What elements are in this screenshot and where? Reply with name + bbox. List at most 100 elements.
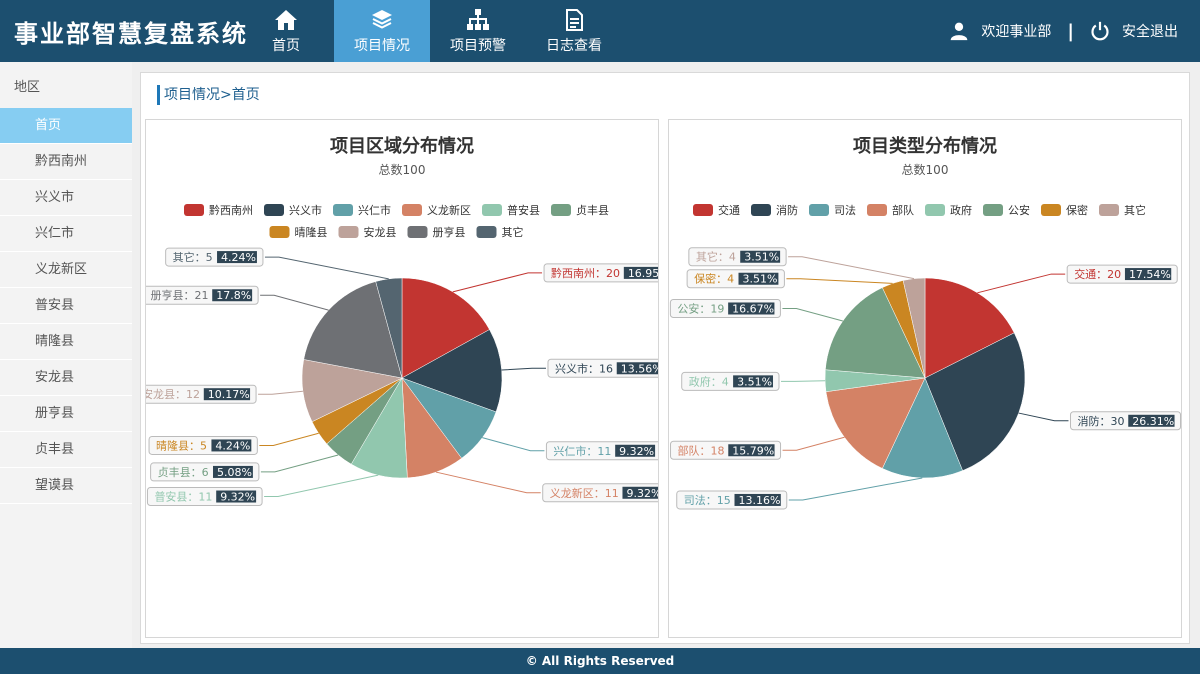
sidebar: 地区 首页 黔西南州 兴义市 兴仁市 义龙新区 普安县 晴隆县 安龙县 册亨县 贞丰县 望谟县 [0,62,132,648]
label-percent: 15.79% [732,444,774,457]
type-chart-panel: 项目类型分布情况 总数100 交通 消防 司法 部队 政府 公安 保密 其它 交通：20 17.54%… [668,119,1182,638]
document-icon [566,8,583,31]
label-percent: 13.16% [738,494,780,507]
label-leader-line [781,380,826,382]
nav-project-status[interactable]: 项目情况 [334,0,430,62]
legend-label: 司法 [834,203,856,217]
legend-item[interactable]: 贞丰县 [551,203,609,217]
chart-title: 项目类型分布情况 [853,135,997,157]
sidebar-item[interactable]: 义龙新区 [0,252,132,288]
slice-label: 义龙新区：11 9.32% [542,483,669,503]
legend-item[interactable]: 保密 [1041,203,1088,217]
welcome-text: 欢迎事业部 [981,24,1052,40]
sidebar-item[interactable]: 首页 [0,108,132,144]
sidebar-item[interactable]: 安龙县 [0,360,132,396]
sidebar-item[interactable]: 兴仁市 [0,216,132,252]
legend-item[interactable]: 交通 [693,203,740,217]
label-leader-line [501,367,546,371]
layers-icon [372,9,392,29]
power-icon[interactable] [1090,21,1110,41]
legend-label: 普安县 [507,203,540,217]
legend-item[interactable]: 部队 [867,203,914,217]
legend-label: 册亨县 [433,225,466,239]
nav-log-view[interactable]: 日志查看 [526,0,622,62]
app-brand: 事业部智慧复盘系统 [14,19,248,48]
label-leader-line [264,474,379,498]
nav-label: 项目情况 [354,37,410,54]
legend-label: 交通 [718,203,740,217]
legend-item[interactable]: 黔西南州 [184,203,253,217]
label-percent: 3.51% [737,375,772,388]
legend-swatch [338,226,359,238]
legend-swatch [402,204,422,216]
sidebar-item[interactable]: 晴隆县 [0,324,132,360]
label-percent: 16.67% [732,302,774,315]
legend-item[interactable]: 安龙县 [338,225,397,239]
sidebar-item[interactable]: 黔西南州 [0,144,132,180]
sidebar-item[interactable]: 兴义市 [0,180,132,216]
nav-home[interactable]: 首页 [238,0,334,62]
label-name-value: 普安县：11 [154,490,212,504]
legend-item[interactable]: 义龙新区 [402,203,471,217]
label-name-value: 司法：15 [684,493,731,507]
legend-label: 其它 [1124,203,1146,217]
label-percent: 9.32% [626,487,658,500]
legend-item[interactable]: 公安 [983,203,1030,217]
legend-label: 兴义市 [289,203,322,217]
main-area: 项目情况>首页 项目区域分布情况 总数100 黔西南州 兴义市 兴仁市 义龙新区 普安县 贞丰… [132,62,1200,648]
legend-swatch [1099,204,1119,216]
slice-label: 司法：15 13.16% [676,490,788,510]
legend-label: 消防 [776,203,798,217]
sidebar-list: 首页 黔西南州 兴义市 兴仁市 义龙新区 普安县 晴隆县 安龙县 册亨县 贞丰县 望谟县 [0,108,132,504]
sidebar-item[interactable]: 册亨县 [0,396,132,432]
label-percent: 4.24% [221,251,256,264]
user-icon [951,22,968,41]
nav-project-warning[interactable]: 项目预警 [430,0,526,62]
legend-swatch [269,226,290,238]
top-navbar: 事业部智慧复盘系统 首页 项目情况 项目预警 日志查看 欢迎事业部 | 安全退出 [0,0,1200,62]
label-name-value: 部队：18 [678,443,725,457]
slice-label: 消防：30 26.31% [1069,411,1182,431]
slice-label: 安龙县：12 10.17% [134,384,257,404]
legend-item[interactable]: 兴仁市 [333,203,391,217]
main-nav: 首页 项目情况 项目预警 日志查看 [238,0,622,62]
legend-label: 政府 [950,203,972,217]
label-leader-line [258,390,303,395]
legend-item[interactable]: 其它 [1099,203,1146,217]
legend-swatch [809,204,829,216]
label-percent: 26.31% [1132,415,1174,428]
legend-item[interactable]: 册亨县 [407,225,466,239]
label-leader-line [786,278,893,284]
slice-label: 兴义市：16 13.56% [547,358,670,378]
slice-label: 贞丰县：6 5.08% [150,462,260,482]
slice-label: 其它：4 3.51% [688,247,787,267]
legend-label: 公安 [1008,203,1030,217]
label-name-value: 晴隆县：5 [156,438,207,452]
label-name-value: 交通：20 [1074,267,1121,281]
legend-item[interactable]: 消防 [751,203,798,217]
legend-swatch [983,204,1003,216]
label-percent: 9.32% [220,491,255,504]
sidebar-item[interactable]: 贞丰县 [0,432,132,468]
nav-label: 日志查看 [546,37,602,54]
legend-item[interactable]: 其它 [476,225,524,239]
label-name-value: 兴仁市：11 [553,444,611,458]
legend-swatch [751,204,771,216]
legend-label: 其它 [502,225,524,239]
legend-item[interactable]: 司法 [809,203,856,217]
legend-item[interactable]: 晴隆县 [269,225,328,239]
legend-label: 保密 [1066,203,1088,217]
type-pie-chart: 项目类型分布情况总数100 交通 消防 司法 部队 政府 公安 保密 其它交通：20 17.54%… [669,135,1182,510]
label-leader-line [259,432,319,446]
logout-link[interactable]: 安全退出 [1122,21,1178,41]
legend-item[interactable]: 政府 [925,203,972,217]
legend-item[interactable]: 普安县 [482,203,540,217]
slice-label: 交通：20 17.54% [1066,264,1178,284]
legend-item[interactable]: 兴义市 [264,203,322,217]
sidebar-item[interactable]: 望谟县 [0,468,132,504]
nav-label: 首页 [272,37,300,54]
breadcrumb[interactable]: 项目情况>首页 [157,85,260,105]
legend-label: 黔西南州 [209,203,253,217]
sidebar-item[interactable]: 普安县 [0,288,132,324]
legend-swatch [1041,204,1061,216]
